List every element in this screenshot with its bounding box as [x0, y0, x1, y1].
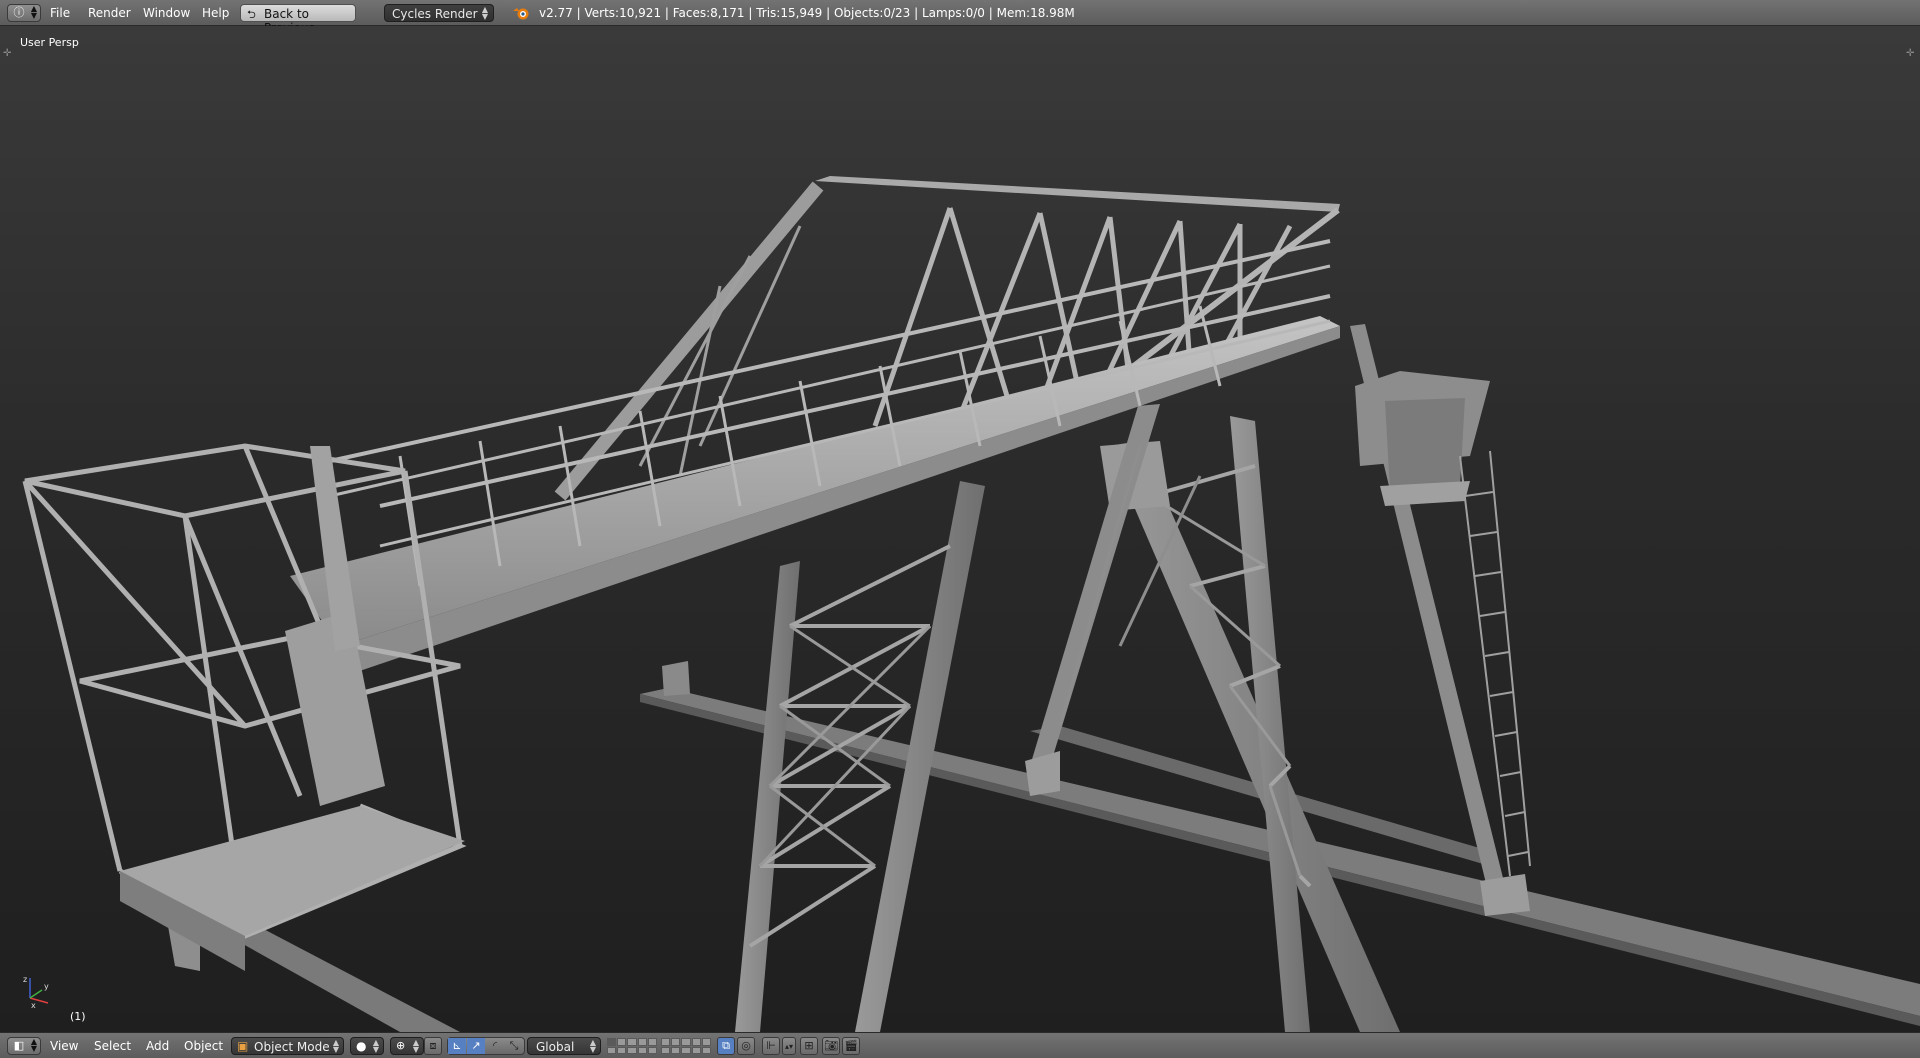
back-icon: ⮌ [247, 8, 256, 21]
chevron-up-down-icon: ▲ ▼ [481, 5, 488, 21]
manipulator-toggle-icon[interactable]: ⊾ [448, 1038, 466, 1054]
layer-cell[interactable] [647, 1038, 657, 1046]
svg-text:y: y [44, 982, 49, 991]
magnet-icon: ⊩ [766, 1039, 776, 1052]
layer-cell[interactable] [681, 1046, 691, 1054]
layer-cell[interactable] [617, 1038, 627, 1046]
pivot-point-icon: ⊕ [396, 1039, 406, 1052]
snap-target-button[interactable]: ⊞ [800, 1037, 818, 1055]
scale-icon[interactable]: ⤡ [505, 1038, 523, 1054]
axis-gizmo-icon: y x z [23, 975, 49, 1010]
rotate-icon[interactable]: ◜ [486, 1038, 504, 1054]
menu-select[interactable]: Select [94, 1039, 131, 1053]
back-to-previous-button[interactable]: ⮌ Back to Previous [240, 4, 356, 35]
layer-cell[interactable] [607, 1038, 617, 1046]
chevron-up-down-icon: ▴▾ [784, 1042, 794, 1051]
bogie-right [1480, 874, 1530, 916]
menu-object[interactable]: Object [184, 1039, 223, 1053]
lock-camera-toggle[interactable]: ⧉ [717, 1037, 735, 1055]
chevron-up-down-icon: ▲ ▼ [30, 4, 37, 20]
opengl-animation-button[interactable]: 🎬︎ [842, 1037, 860, 1055]
menu-window[interactable]: Window [143, 6, 190, 20]
info-header: ⓘ ▲▼ File Render Window Help ⮌ Back to P… [0, 0, 1920, 35]
chevron-up-down-icon: ▲ ▼ [589, 1038, 596, 1054]
interaction-mode-select[interactable]: ▣ Object Mode ▲ ▼ [231, 1037, 344, 1055]
manipulator-group: ⊾ ↗ ◜ ⤡ [447, 1037, 525, 1055]
scene-statistics: v2.77 | Verts:10,921 | Faces:8,171 | Tri… [539, 6, 1075, 20]
pivot-center-toggle[interactable]: ⧈ [424, 1037, 442, 1055]
layer-cell[interactable] [647, 1046, 657, 1054]
view-label: User Persp [20, 36, 79, 49]
clapperboard-icon: 🎬︎ [844, 1039, 858, 1052]
render-engine-value: Cycles Render [392, 7, 478, 21]
3d-view-icon: ◧ [13, 1039, 25, 1052]
3d-viewport[interactable]: User Persp ✛ ✛ y x z (1) [0, 26, 1920, 1032]
layer-cell[interactable] [627, 1038, 637, 1046]
layer-cell[interactable] [607, 1046, 617, 1054]
layer-cell[interactable] [617, 1046, 627, 1054]
chevron-up-down-icon: ▲ ▼ [30, 1037, 37, 1053]
layer-cell[interactable] [691, 1038, 701, 1046]
region-expand-icon[interactable]: ✛ [3, 48, 11, 59]
menu-help[interactable]: Help [202, 6, 229, 20]
snap-target-icon: ⊞ [804, 1039, 814, 1052]
layer-cell[interactable] [637, 1046, 647, 1054]
transform-orientation-value: Global [536, 1040, 575, 1054]
pivot-point-select[interactable]: ⊕ ▲ ▼ [390, 1037, 424, 1055]
region-expand-icon[interactable]: ✛ [1906, 48, 1914, 59]
interaction-mode-value: Object Mode [254, 1040, 330, 1054]
hoist-cabin [1355, 371, 1490, 506]
layer-cell[interactable] [627, 1046, 637, 1054]
blender-logo-icon [513, 8, 529, 20]
menu-file[interactable]: File [50, 6, 70, 20]
leg-front-right [1100, 416, 1400, 1032]
editor-type-selector[interactable]: ⓘ ▲ ▼ [7, 4, 41, 22]
layer-cell[interactable] [681, 1038, 691, 1046]
camera-icon: 📷︎ [824, 1039, 838, 1052]
lock-icon: ⧉ [722, 1039, 730, 1052]
frame-label: (1) [70, 1010, 86, 1023]
layer-cell[interactable] [701, 1038, 711, 1046]
info-icon: ⓘ [13, 6, 25, 19]
solid-shading-icon: ● [356, 1039, 367, 1053]
svg-text:z: z [23, 975, 27, 984]
layers-group-2[interactable] [661, 1038, 711, 1054]
layer-cell[interactable] [661, 1038, 671, 1046]
gantry-crane-model [22, 176, 1920, 1032]
main-deck [290, 316, 1340, 676]
transform-orientation-select[interactable]: Global ▲ ▼ [527, 1037, 601, 1055]
layer-cell[interactable] [691, 1046, 701, 1054]
bogie-left [1025, 751, 1060, 796]
pivot-center-icon: ⧈ [429, 1039, 437, 1052]
proportional-edit-icon: ◎ [741, 1039, 751, 1052]
cube-icon: ▣ [237, 1039, 249, 1053]
layer-cell[interactable] [671, 1046, 681, 1054]
layer-cell[interactable] [671, 1038, 681, 1046]
viewport-shading-select[interactable]: ● ▲ ▼ [350, 1037, 384, 1055]
chevron-up-down-icon: ▲ ▼ [372, 1038, 379, 1054]
layer-cell[interactable] [701, 1046, 711, 1054]
chevron-up-down-icon: ▲ ▼ [412, 1038, 419, 1054]
menu-render[interactable]: Render [88, 6, 131, 20]
translate-icon[interactable]: ↗ [467, 1038, 485, 1054]
svg-text:x: x [31, 1001, 36, 1010]
menu-view[interactable]: View [50, 1039, 78, 1053]
snap-element-select[interactable]: ▴▾ [782, 1037, 796, 1055]
editor-type-selector[interactable]: ◧ ▲ ▼ [7, 1037, 41, 1055]
render-engine-select[interactable]: Cycles Render ▲ ▼ [384, 4, 494, 22]
proportional-edit-toggle[interactable]: ◎ [737, 1037, 755, 1055]
chevron-up-down-icon: ▲ ▼ [332, 1038, 339, 1054]
opengl-render-button[interactable]: 📷︎ [822, 1037, 840, 1055]
menu-add[interactable]: Add [146, 1039, 169, 1053]
3d-view-header: ◧ ▲ ▼ View Select Add Object ▣ Object Mod… [0, 1032, 1920, 1058]
layer-cell[interactable] [661, 1046, 671, 1054]
layer-cell[interactable] [637, 1038, 647, 1046]
layers-group-1[interactable] [607, 1038, 657, 1054]
snap-toggle[interactable]: ⊩ [762, 1037, 780, 1055]
